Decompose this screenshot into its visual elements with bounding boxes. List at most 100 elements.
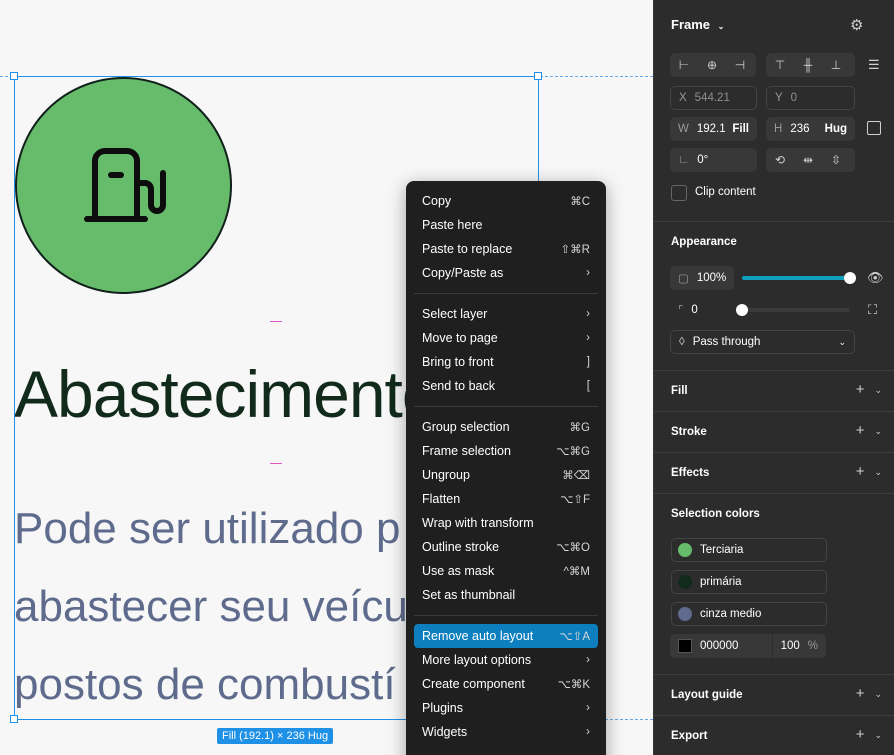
menu-item-ungroup[interactable]: Ungroup ⌘⌫ — [414, 463, 598, 487]
blend-mode-select[interactable]: ◊ Pass through ⌄ — [670, 330, 855, 354]
menu-item-widgets[interactable]: Widgets › — [414, 720, 598, 744]
menu-item-label: Paste here — [422, 218, 483, 232]
section-divider — [654, 674, 894, 675]
corner-radius-field[interactable]: ⌜ 0 — [670, 298, 734, 322]
menu-item-outline-stroke[interactable]: Outline stroke ⌥⌘O — [414, 535, 598, 559]
chevron-right-icon: › — [586, 702, 590, 714]
menu-item-paste-to-replace[interactable]: Paste to replace ⇧⌘R — [414, 237, 598, 261]
align-left-icon[interactable]: ⊢ — [670, 58, 698, 72]
menu-item-label: Select layer — [422, 307, 488, 321]
corner-radius-slider[interactable] — [736, 304, 850, 316]
menu-item-group-selection[interactable]: Group selection ⌘G — [414, 415, 598, 439]
menu-item-shortcut: ⌘⌫ — [562, 470, 590, 482]
chevron-down-icon[interactable]: ⌄ — [874, 730, 882, 740]
resize-handle-top-right[interactable] — [534, 72, 542, 80]
menu-item-bring-to-front[interactable]: Bring to front] — [414, 350, 598, 374]
x-position-field[interactable]: X 544.21 — [670, 86, 757, 110]
menu-item-shortcut: ⌘C — [570, 196, 590, 208]
menu-item-plugins[interactable]: Plugins › — [414, 696, 598, 720]
menu-item-select-layer[interactable]: Select layer › — [414, 302, 598, 326]
flip-vertical-icon[interactable]: ⇳ — [822, 153, 850, 167]
menu-item-label: Flatten — [422, 492, 461, 506]
width-field[interactable]: W 192.1 Fill — [670, 117, 757, 141]
menu-item-frame-selection[interactable]: Frame selection ⌥⌘G — [414, 439, 598, 463]
panel-header[interactable]: Frame ⌄ — [671, 17, 724, 32]
hex-color-field[interactable]: 000000 100 % — [670, 634, 826, 658]
width-mode[interactable]: Fill — [732, 123, 749, 135]
menu-item-create-component[interactable]: Create component ⌥⌘K — [414, 672, 598, 696]
chevron-right-icon: › — [586, 308, 590, 320]
menu-item-wrap-with-transform[interactable]: Wrap with transform — [414, 511, 598, 535]
menu-item-label: Wrap with transform — [422, 516, 534, 530]
height-field[interactable]: H 236 Hug — [766, 117, 855, 141]
menu-item-label: Copy/Paste as — [422, 266, 504, 280]
height-mode[interactable]: Hug — [825, 123, 847, 135]
section-divider — [654, 221, 894, 222]
selection-color-item[interactable]: Terciaria — [671, 538, 827, 562]
align-center-h-icon[interactable]: ⊕ — [698, 58, 726, 72]
properties-panel: Frame ⌄ ⚙ ⊢ ⊕ ⊣ ⊤ ╫ ⊥ ☰ X 544.21 Y 0 W 1… — [653, 0, 894, 755]
menu-item-paste-here[interactable]: Paste here — [414, 213, 598, 237]
menu-item-move-to-page[interactable]: Move to page › — [414, 326, 598, 350]
align-right-icon[interactable]: ⊣ — [726, 58, 754, 72]
component-icon[interactable]: ⚙ — [850, 16, 863, 34]
menu-item-set-as-thumbnail[interactable]: Set as thumbnail — [414, 583, 598, 607]
color-style-name: cinza medio — [700, 608, 762, 620]
selection-color-item[interactable]: cinza medio — [671, 602, 827, 626]
menu-item-copy-paste-as[interactable]: Copy/Paste as › — [414, 261, 598, 285]
fill-section-title: Fill — [671, 385, 688, 397]
plus-icon[interactable]: + — [856, 685, 865, 702]
corner-radius-slider-knob[interactable] — [736, 304, 748, 316]
menu-item-remove-auto-layout[interactable]: Remove auto layout ⌥⇧A — [414, 624, 598, 648]
chevron-down-icon[interactable]: ⌄ — [874, 467, 882, 477]
drop-icon: ◊ — [679, 336, 685, 348]
chevron-down-icon[interactable]: ⌄ — [874, 689, 882, 699]
w-label: W — [678, 123, 689, 135]
menu-item-label: Send to back — [422, 379, 495, 393]
menu-item-copy[interactable]: Copy ⌘C — [414, 189, 598, 213]
align-bottom-icon[interactable]: ⊥ — [822, 58, 850, 72]
chevron-down-icon[interactable]: ⌄ — [874, 426, 882, 436]
eye-icon[interactable]: 👁 — [867, 270, 884, 286]
y-label: Y — [775, 92, 783, 104]
menu-separator — [414, 406, 598, 407]
menu-item-label: Use as mask — [422, 564, 495, 578]
clip-content-checkbox[interactable] — [671, 185, 687, 201]
distribute-icon[interactable]: ☰ — [868, 57, 880, 73]
rotation-field[interactable]: ∟ 0° — [670, 148, 757, 172]
plus-icon[interactable]: + — [856, 422, 865, 439]
chevron-down-icon[interactable]: ⌄ — [874, 385, 882, 395]
align-middle-icon[interactable]: ╫ — [794, 58, 822, 72]
opacity-slider-knob[interactable] — [844, 272, 856, 284]
percent-sign: % — [807, 640, 818, 652]
corner-radius-icon: ⌜ — [678, 305, 684, 317]
resize-handle-top-left[interactable] — [10, 72, 18, 80]
transform-group: ⟲ ⇹ ⇳ — [766, 148, 855, 172]
color-swatch[interactable] — [678, 639, 692, 653]
menu-item-more-layout-options[interactable]: More layout options › — [414, 648, 598, 672]
menu-item-send-to-back[interactable]: Send to back [ — [414, 374, 598, 398]
align-top-icon[interactable]: ⊤ — [766, 58, 794, 72]
menu-item-flatten[interactable]: Flatten ⌥⇧F — [414, 487, 598, 511]
clip-content-label: Clip content — [695, 186, 756, 198]
independent-corners-icon[interactable]: ⛶ — [868, 302, 877, 318]
opacity-slider[interactable] — [742, 272, 856, 284]
plus-icon[interactable]: + — [856, 463, 865, 480]
plus-icon[interactable]: + — [856, 381, 865, 398]
section-divider — [654, 370, 894, 371]
flip-horizontal-icon[interactable]: ⇹ — [794, 153, 822, 167]
opacity-field[interactable]: ▢ 100% — [670, 266, 734, 290]
fill-section-actions: + ⌄ — [856, 381, 882, 398]
export-title: Export — [671, 730, 708, 742]
hex-opacity-value[interactable]: 100 — [781, 640, 800, 652]
rotate-icon[interactable]: ⟲ — [766, 153, 794, 167]
constrain-proportions-icon[interactable] — [867, 121, 881, 135]
frame-label: Frame — [671, 17, 711, 32]
chevron-right-icon: › — [586, 726, 590, 738]
plus-icon[interactable]: + — [856, 726, 865, 743]
y-position-field[interactable]: Y 0 — [766, 86, 855, 110]
h-label: H — [774, 123, 783, 135]
selection-color-item[interactable]: primária — [671, 570, 827, 594]
menu-item-use-as-mask[interactable]: Use as mask ^⌘M — [414, 559, 598, 583]
resize-handle-bottom-left[interactable] — [10, 715, 18, 723]
